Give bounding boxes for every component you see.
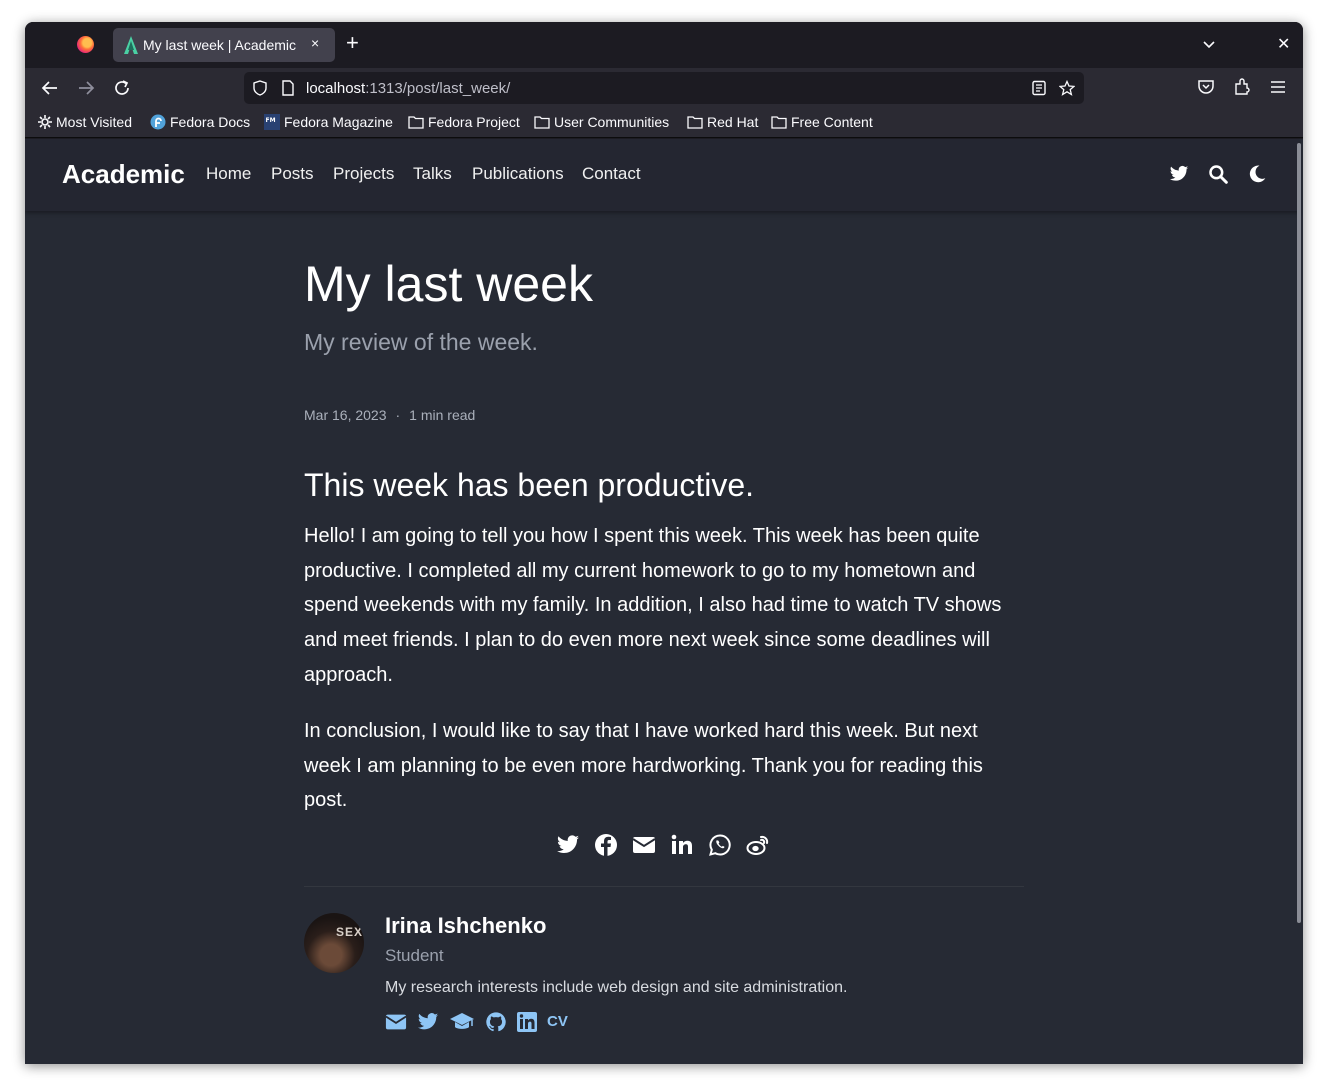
firefox-icon[interactable] [77, 36, 94, 53]
post-heading: This week has been productive. [304, 467, 755, 503]
tab-strip: My last week | Academic × + ✕ [25, 22, 1303, 68]
author-divider [304, 886, 1024, 887]
bookmark-label: Free Content [791, 114, 873, 130]
share-twitter-icon[interactable] [556, 833, 580, 857]
twitter-icon[interactable] [1169, 164, 1189, 184]
site-brand[interactable]: Academic [62, 159, 185, 190]
post-title: My last week [304, 256, 593, 312]
author-name[interactable]: Irina Ishchenko [385, 913, 546, 939]
back-arrow-icon[interactable] [39, 77, 61, 99]
author-role: Student [385, 946, 444, 965]
menu-item-contact[interactable]: Contact [582, 164, 641, 184]
url-host: localhost [306, 80, 366, 97]
bookmark-label: Red Hat [707, 114, 759, 130]
gear-icon [38, 115, 52, 129]
author-cv-link[interactable]: CV [547, 1011, 568, 1033]
post-meta: Mar 16, 2023 · 1 min read [304, 407, 475, 423]
author-links: CV [385, 1011, 568, 1033]
bookmark-user-communities[interactable]: User Communities [534, 114, 669, 130]
bookmark-label: Fedora Docs [170, 114, 251, 130]
menu-item-posts[interactable]: Posts [271, 164, 314, 184]
share-email-icon[interactable] [632, 833, 656, 857]
menu-item-home[interactable]: Home [206, 164, 251, 184]
extensions-icon[interactable] [1233, 78, 1251, 96]
menu-item-projects[interactable]: Projects [333, 164, 394, 184]
hamburger-menu-icon[interactable] [1269, 78, 1287, 96]
avatar-sign-text: SEX [336, 925, 364, 939]
post-paragraph-2: In conclusion, I would like to say that … [304, 720, 983, 812]
forward-arrow-icon[interactable] [75, 77, 97, 99]
pocket-icon[interactable] [1197, 78, 1215, 96]
fedora-magazine-icon: FM [264, 114, 280, 130]
site-navbar: Academic Home Posts Projects Talks Publi… [25, 139, 1299, 211]
browser-window: My last week | Academic × + ✕ localhost:… [25, 22, 1303, 1064]
bookmark-free-content[interactable]: Free Content [771, 114, 873, 130]
share-whatsapp-icon[interactable] [708, 833, 732, 857]
author-scholar-icon[interactable] [449, 1011, 475, 1033]
nav-toolbar: localhost:1313/post/last_week/ [25, 68, 1303, 108]
post-subtitle: My review of the week. [304, 329, 538, 355]
meta-separator: · [395, 407, 401, 423]
page-scrollbar[interactable] [1297, 143, 1301, 923]
bookmark-label: User Communities [554, 114, 670, 130]
bookmark-label: Fedora Magazine [284, 114, 393, 130]
folder-icon [408, 116, 424, 129]
tab-title: My last week | Academic [143, 37, 297, 53]
academic-favicon-icon [124, 36, 138, 54]
moon-icon[interactable] [1247, 164, 1267, 184]
folder-icon [687, 116, 703, 129]
post-paragraph-1: Hello! I am going to tell you how I spen… [304, 525, 1002, 686]
chevron-down-icon[interactable] [1201, 36, 1217, 52]
svg-text:FM: FM [266, 117, 276, 124]
tab-close-icon[interactable]: × [311, 35, 319, 51]
author-twitter-icon[interactable] [417, 1011, 439, 1033]
reload-icon[interactable] [111, 77, 133, 99]
author-email-icon[interactable] [385, 1011, 407, 1033]
bookmark-fedora-magazine[interactable]: FM Fedora Magazine [264, 114, 393, 130]
search-icon[interactable] [1208, 164, 1228, 184]
folder-icon [534, 116, 550, 129]
shield-icon[interactable] [252, 80, 268, 96]
read-time: 1 min read [409, 407, 476, 423]
web-page: Academic Home Posts Projects Talks Publi… [25, 139, 1303, 1064]
author-bio: My research interests include web design… [385, 979, 848, 996]
menu-item-talks[interactable]: Talks [413, 164, 452, 184]
fedora-icon [150, 114, 166, 130]
tab-active[interactable]: My last week | Academic × [113, 28, 335, 62]
author-github-icon[interactable] [485, 1011, 507, 1033]
menu-item-publications[interactable]: Publications [472, 164, 564, 184]
bookmark-fedora-docs[interactable]: Fedora Docs [150, 114, 250, 130]
bookmark-label: Fedora Project [428, 114, 520, 130]
url-bar[interactable]: localhost:1313/post/last_week/ [244, 72, 1084, 104]
url-text[interactable]: localhost:1313/post/last_week/ [306, 80, 510, 97]
post-date: Mar 16, 2023 [304, 407, 387, 423]
share-weibo-icon[interactable] [746, 833, 770, 857]
folder-icon [771, 116, 787, 129]
avatar: SEX [304, 913, 364, 973]
window-close-button[interactable]: ✕ [1277, 34, 1290, 54]
star-icon[interactable] [1059, 80, 1075, 96]
bookmark-label: Most Visited [56, 114, 132, 130]
new-tab-button[interactable]: + [346, 32, 359, 54]
bookmark-most-visited[interactable]: Most Visited [38, 114, 132, 130]
url-path: :1313/post/last_week/ [365, 80, 511, 97]
reader-view-icon[interactable] [1031, 80, 1047, 96]
author-linkedin-icon[interactable] [517, 1011, 537, 1033]
bookmark-fedora-project[interactable]: Fedora Project [408, 114, 520, 130]
share-facebook-icon[interactable] [594, 833, 618, 857]
share-buttons [556, 833, 770, 859]
share-linkedin-icon[interactable] [670, 833, 694, 857]
bookmarks-bar: Most Visited Fedora Docs FM Fedora Magaz… [25, 108, 1303, 138]
page-icon[interactable] [280, 80, 296, 96]
bookmark-red-hat[interactable]: Red Hat [687, 114, 758, 130]
